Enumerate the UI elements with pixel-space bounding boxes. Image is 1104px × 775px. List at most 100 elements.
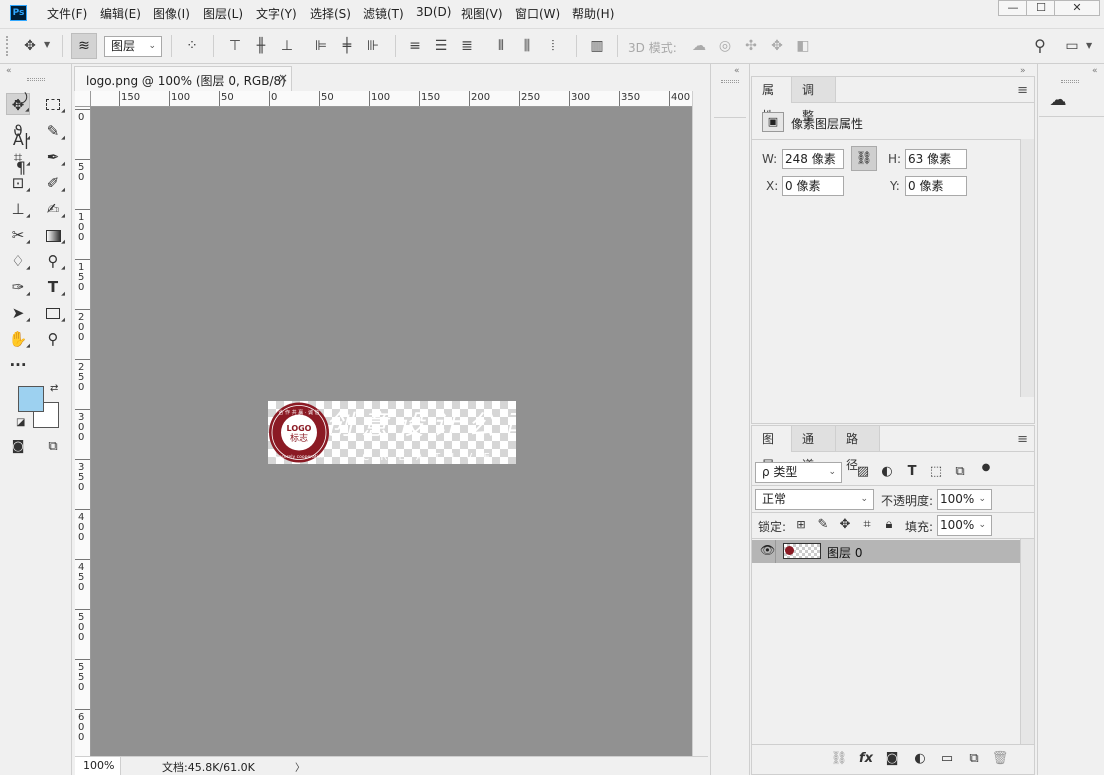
filter-shape-icon[interactable]: ⬚ bbox=[927, 463, 945, 481]
delete-layer-icon[interactable]: 🗑︎ bbox=[991, 750, 1009, 768]
options-grip[interactable] bbox=[6, 36, 8, 56]
3d-pan-icon[interactable]: ✣ bbox=[741, 36, 761, 56]
distribute-hcenter-icon[interactable]: ⫼ bbox=[517, 36, 537, 56]
align-hcenter-icon[interactable]: ╪ bbox=[337, 36, 357, 56]
horizontal-ruler[interactable]: 150 100 50 0 50 100 150 200 250 300 350 400 bbox=[91, 91, 692, 107]
close-tab-icon[interactable]: × bbox=[278, 71, 288, 85]
zoom-level-field[interactable]: 100% bbox=[75, 757, 121, 775]
y-field[interactable]: 0 像素 bbox=[905, 176, 967, 196]
expand-arrows-icon[interactable]: » bbox=[1020, 66, 1026, 76]
close-button[interactable]: ✕ bbox=[1054, 0, 1100, 16]
ruler-origin[interactable] bbox=[75, 91, 91, 107]
height-field[interactable]: 63 像素 bbox=[905, 149, 967, 169]
quick-mask-icon[interactable]: ◙ bbox=[6, 436, 30, 458]
document-tab[interactable]: logo.png @ 100% (图层 0, RGB/8) × bbox=[74, 66, 292, 91]
layer-filter-dropdown[interactable]: ρ 类型 ⌄ bbox=[755, 462, 842, 483]
foreground-color-swatch[interactable] bbox=[18, 386, 44, 412]
blur-tool[interactable]: ♢ ◢ bbox=[6, 250, 30, 272]
panel-grip[interactable] bbox=[1061, 80, 1079, 83]
swap-colors-icon[interactable]: ⇄ bbox=[50, 383, 58, 394]
transform-controls-icon[interactable]: ⁘ bbox=[182, 36, 202, 56]
dodge-tool[interactable]: ⚲ ◢ bbox=[41, 250, 66, 272]
tab-channels[interactable]: 通道 bbox=[792, 426, 836, 472]
link-layers-icon[interactable]: ⛓ bbox=[830, 750, 848, 768]
filter-smart-object-icon[interactable]: ⧉ bbox=[951, 463, 969, 481]
menu-edit[interactable]: 编辑(E) bbox=[100, 5, 141, 22]
layer-row[interactable]: 👁︎ 图层 0 bbox=[752, 540, 1020, 563]
collapse-arrows-icon[interactable]: « bbox=[6, 66, 12, 76]
align-left-icon[interactable]: ⊫ bbox=[311, 36, 331, 56]
distribute-bottom-icon[interactable]: ≣ bbox=[457, 36, 477, 56]
layer-style-fx-icon[interactable]: fx bbox=[857, 750, 875, 768]
lock-image-icon[interactable]: ✎ bbox=[814, 516, 832, 534]
default-colors-icon[interactable]: ◪ bbox=[16, 417, 25, 428]
vertical-scrollbar[interactable] bbox=[692, 91, 708, 756]
blend-mode-dropdown[interactable]: 正常 ⌄ bbox=[755, 489, 874, 510]
fill-field[interactable]: 100% ⌄ bbox=[937, 515, 992, 536]
menu-filter[interactable]: 滤镜(T) bbox=[363, 5, 404, 22]
clone-stamp-tool[interactable]: ⊥ ◢ bbox=[6, 198, 30, 220]
x-field[interactable]: 0 像素 bbox=[782, 176, 844, 196]
auto-align-icon[interactable]: ▥ bbox=[587, 36, 607, 56]
filter-toggle-icon[interactable]: ● bbox=[977, 459, 995, 477]
auto-select-icon[interactable]: ≋ bbox=[71, 33, 97, 59]
zoom-tool[interactable]: ⚲ bbox=[41, 328, 65, 350]
3d-orbit-icon[interactable]: ☁ bbox=[689, 36, 709, 56]
status-menu-arrow[interactable]: 〉 bbox=[295, 759, 305, 774]
menu-file[interactable]: 文件(F) bbox=[47, 5, 87, 22]
distribute-right-icon[interactable]: ⦙ bbox=[543, 36, 563, 56]
lock-transparent-icon[interactable]: ⊞ bbox=[792, 516, 810, 534]
distribute-top-icon[interactable]: ≡ bbox=[405, 36, 425, 56]
width-field[interactable]: 248 像素 bbox=[782, 149, 844, 169]
menu-view[interactable]: 视图(V) bbox=[461, 5, 503, 22]
menu-image[interactable]: 图像(I) bbox=[153, 5, 190, 22]
opacity-field[interactable]: 100% ⌄ bbox=[937, 489, 992, 510]
logo-image[interactable]: 合 作 共 赢 · 诚 信 Sincerely cooperation LOGO… bbox=[268, 401, 516, 464]
adjustment-layer-icon[interactable]: ◐ bbox=[911, 750, 929, 768]
filter-adjustment-icon[interactable]: ◐ bbox=[878, 463, 896, 481]
edit-toolbar-icon[interactable]: ··· bbox=[6, 354, 30, 376]
chevron-down-icon[interactable]: ▼ bbox=[1086, 41, 1092, 50]
path-selection-tool[interactable]: ➤ ◢ bbox=[6, 302, 30, 324]
move-tool-preset-icon[interactable]: ✥ bbox=[20, 36, 40, 56]
lock-position-icon[interactable]: ✥ bbox=[836, 516, 854, 534]
add-mask-icon[interactable]: ◙ bbox=[883, 750, 901, 768]
screen-mode-icon[interactable]: ⧉ bbox=[41, 436, 65, 458]
tab-layers[interactable]: 图层 bbox=[752, 426, 792, 472]
properties-scrollbar[interactable] bbox=[1020, 139, 1034, 397]
type-tool[interactable]: T ◢ bbox=[41, 276, 65, 298]
collapse-arrows-icon[interactable]: « bbox=[1092, 66, 1098, 76]
distribute-left-icon[interactable]: ⦀ bbox=[491, 36, 511, 56]
eyedropper-tool[interactable]: ✒ ◢ bbox=[41, 146, 65, 168]
filter-type-icon[interactable]: T bbox=[903, 463, 921, 481]
3d-roll-icon[interactable]: ◎ bbox=[715, 36, 735, 56]
panel-menu-icon[interactable]: ≡ bbox=[1017, 83, 1028, 98]
quick-selection-tool[interactable]: ✎ ◢ bbox=[41, 120, 65, 142]
workspace-icon[interactable]: ▭ bbox=[1062, 36, 1082, 56]
layers-scrollbar[interactable] bbox=[1020, 539, 1034, 744]
eraser-tool[interactable]: ✂ ◢ bbox=[6, 224, 30, 246]
pen-tool[interactable]: ✑ ◢ bbox=[6, 276, 30, 298]
new-layer-icon[interactable]: ⧉ bbox=[965, 750, 983, 768]
gradient-tool[interactable]: ◢ bbox=[41, 224, 65, 246]
document-size-info[interactable]: 文档:45.8K/61.0K bbox=[162, 759, 255, 775]
3d-slide-icon[interactable]: ✥ bbox=[767, 36, 787, 56]
search-icon[interactable]: ⚲ bbox=[1030, 36, 1050, 56]
lock-artboard-icon[interactable]: ⌗ bbox=[858, 516, 876, 534]
lock-all-icon[interactable]: 🔒︎ bbox=[880, 516, 898, 534]
paragraph-panel-icon[interactable]: ¶ bbox=[10, 157, 32, 179]
align-top-icon[interactable]: ⊤ bbox=[225, 36, 245, 56]
collapse-arrows-icon[interactable]: « bbox=[734, 66, 740, 76]
align-vcenter-icon[interactable]: ╫ bbox=[251, 36, 271, 56]
tab-adjustments[interactable]: 调整 bbox=[792, 77, 836, 123]
rectangle-tool[interactable]: ◢ bbox=[41, 302, 65, 324]
filter-pixel-icon[interactable]: ▨ bbox=[854, 463, 872, 481]
vertical-ruler[interactable]: 0 50 100 150 200 250 300 350 400 450 500 550 600 bbox=[75, 107, 91, 756]
3d-camera-icon[interactable]: ◧ bbox=[793, 36, 813, 56]
tab-properties[interactable]: 属性 bbox=[752, 77, 792, 123]
marquee-tool[interactable]: ◢ bbox=[41, 93, 65, 115]
menu-3d[interactable]: 3D(D) bbox=[416, 5, 451, 19]
creative-cloud-libraries-icon[interactable]: ☁ bbox=[1045, 89, 1071, 111]
menu-window[interactable]: 窗口(W) bbox=[515, 5, 560, 22]
history-panel-icon[interactable]: ⤾ bbox=[10, 88, 32, 110]
